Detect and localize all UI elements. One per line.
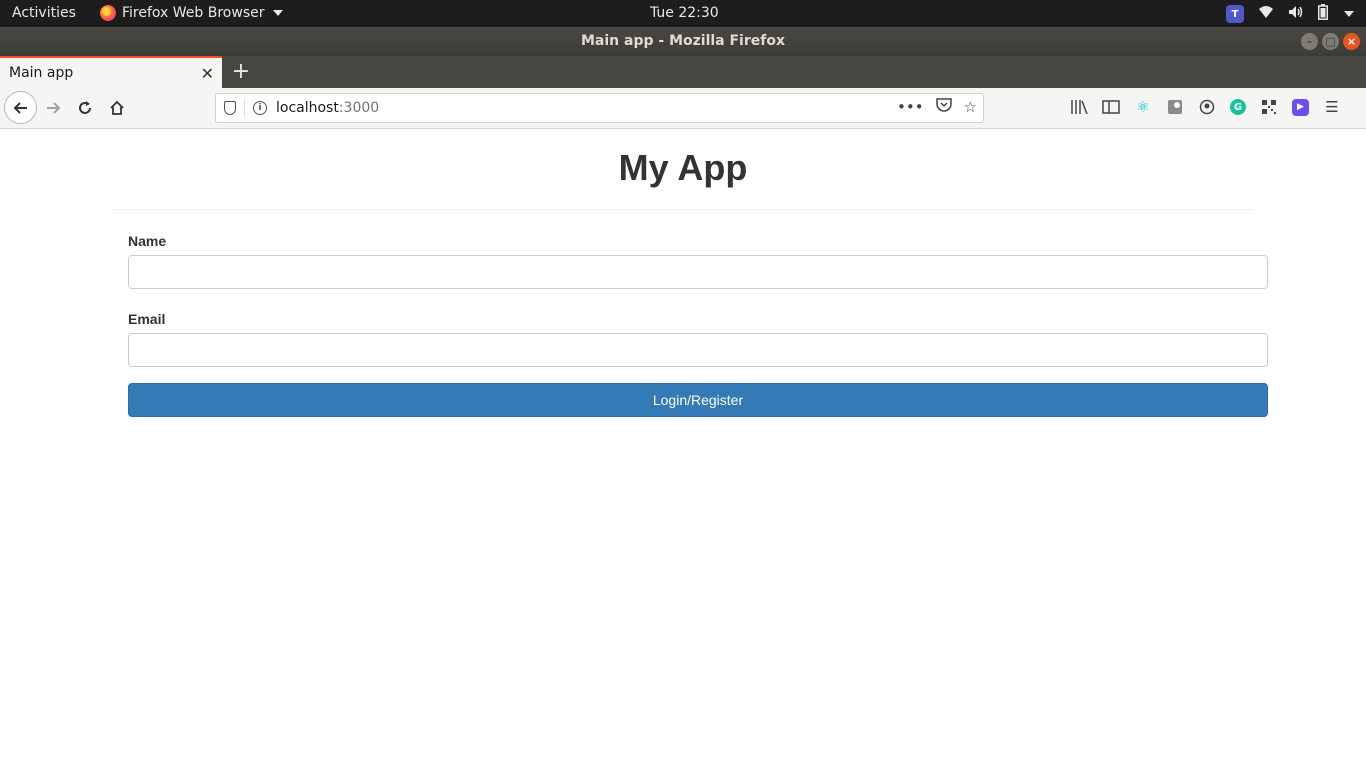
navigation-toolbar: i localhost:3000 ••• ☆ ⚛ G ▶ ☰ (0, 88, 1366, 129)
page-title: My App (618, 147, 748, 188)
reload-button[interactable] (70, 93, 100, 123)
tab-label: Main app (9, 65, 74, 81)
home-button[interactable] (102, 93, 132, 123)
login-form: Name Email Login/Register (128, 233, 1268, 417)
react-devtools-icon[interactable]: ⚛ (1134, 98, 1152, 116)
email-field[interactable] (128, 333, 1268, 367)
divider (113, 209, 1253, 210)
maximize-button[interactable]: □ (1322, 33, 1339, 50)
reload-icon (79, 101, 91, 114)
menu-icon[interactable]: ☰ (1323, 98, 1341, 116)
tab-strip: Main app ✕ + (0, 56, 1366, 88)
system-menu-icon[interactable] (1344, 11, 1354, 17)
system-tray: T (1226, 4, 1354, 24)
battery-icon[interactable] (1318, 4, 1328, 24)
system-top-bar: Activities Firefox Web Browser Tue 22:30… (0, 0, 1366, 27)
bookmark-star-icon[interactable]: ☆ (964, 98, 977, 116)
arrow-left-icon (13, 101, 27, 114)
back-button[interactable] (4, 91, 37, 124)
name-field[interactable] (128, 255, 1268, 289)
pocket-icon[interactable] (935, 97, 952, 116)
volume-icon[interactable] (1288, 5, 1304, 23)
page-actions-icon[interactable]: ••• (897, 98, 924, 116)
app-menu-label: Firefox Web Browser (122, 5, 265, 21)
sidebar-icon[interactable] (1102, 98, 1120, 116)
email-label: Email (128, 311, 166, 327)
teams-icon[interactable]: T (1226, 5, 1244, 23)
page-content: My App Name Email Login/Register (0, 129, 1366, 768)
activities-button[interactable]: Activities (12, 5, 76, 21)
extension-icon[interactable] (1166, 98, 1184, 116)
wifi-icon[interactable] (1258, 5, 1274, 23)
site-info-icon[interactable]: i (253, 101, 267, 115)
clock[interactable]: Tue 22:30 (650, 5, 719, 21)
minimize-button[interactable]: – (1301, 33, 1318, 50)
forward-button[interactable] (38, 93, 68, 123)
toolbar-icons: ⚛ G ▶ ☰ (1070, 98, 1341, 116)
account-icon[interactable] (1198, 98, 1216, 116)
firefox-icon (100, 5, 116, 21)
url-actions: ••• ☆ (897, 97, 977, 116)
tracking-protection-icon[interactable] (224, 101, 236, 115)
name-label: Name (128, 233, 167, 249)
library-icon[interactable] (1070, 98, 1088, 116)
new-tab-button[interactable]: + (230, 59, 252, 84)
home-icon (110, 100, 124, 115)
close-window-button[interactable]: × (1343, 33, 1360, 50)
window-title-bar: Main app - Mozilla Firefox – □ × (0, 27, 1366, 56)
chevron-down-icon (272, 10, 283, 16)
tab-main-app[interactable]: Main app ✕ (0, 56, 222, 88)
login-register-button[interactable]: Login/Register (128, 383, 1268, 417)
grammarly-icon[interactable]: G (1230, 99, 1246, 115)
window-controls: – □ × (1301, 33, 1360, 50)
url-port: :3000 (338, 100, 380, 116)
arrow-right-icon (47, 102, 61, 114)
divider (244, 99, 245, 117)
qr-code-icon[interactable] (1260, 98, 1278, 116)
url-bar[interactable]: i localhost:3000 ••• ☆ (215, 93, 984, 123)
app-menu[interactable]: Firefox Web Browser (100, 5, 283, 21)
window-title: Main app - Mozilla Firefox (581, 33, 785, 49)
url-host: localhost (276, 100, 339, 116)
close-tab-icon[interactable]: ✕ (201, 64, 214, 83)
zoom-icon[interactable]: ▶ (1292, 98, 1309, 116)
